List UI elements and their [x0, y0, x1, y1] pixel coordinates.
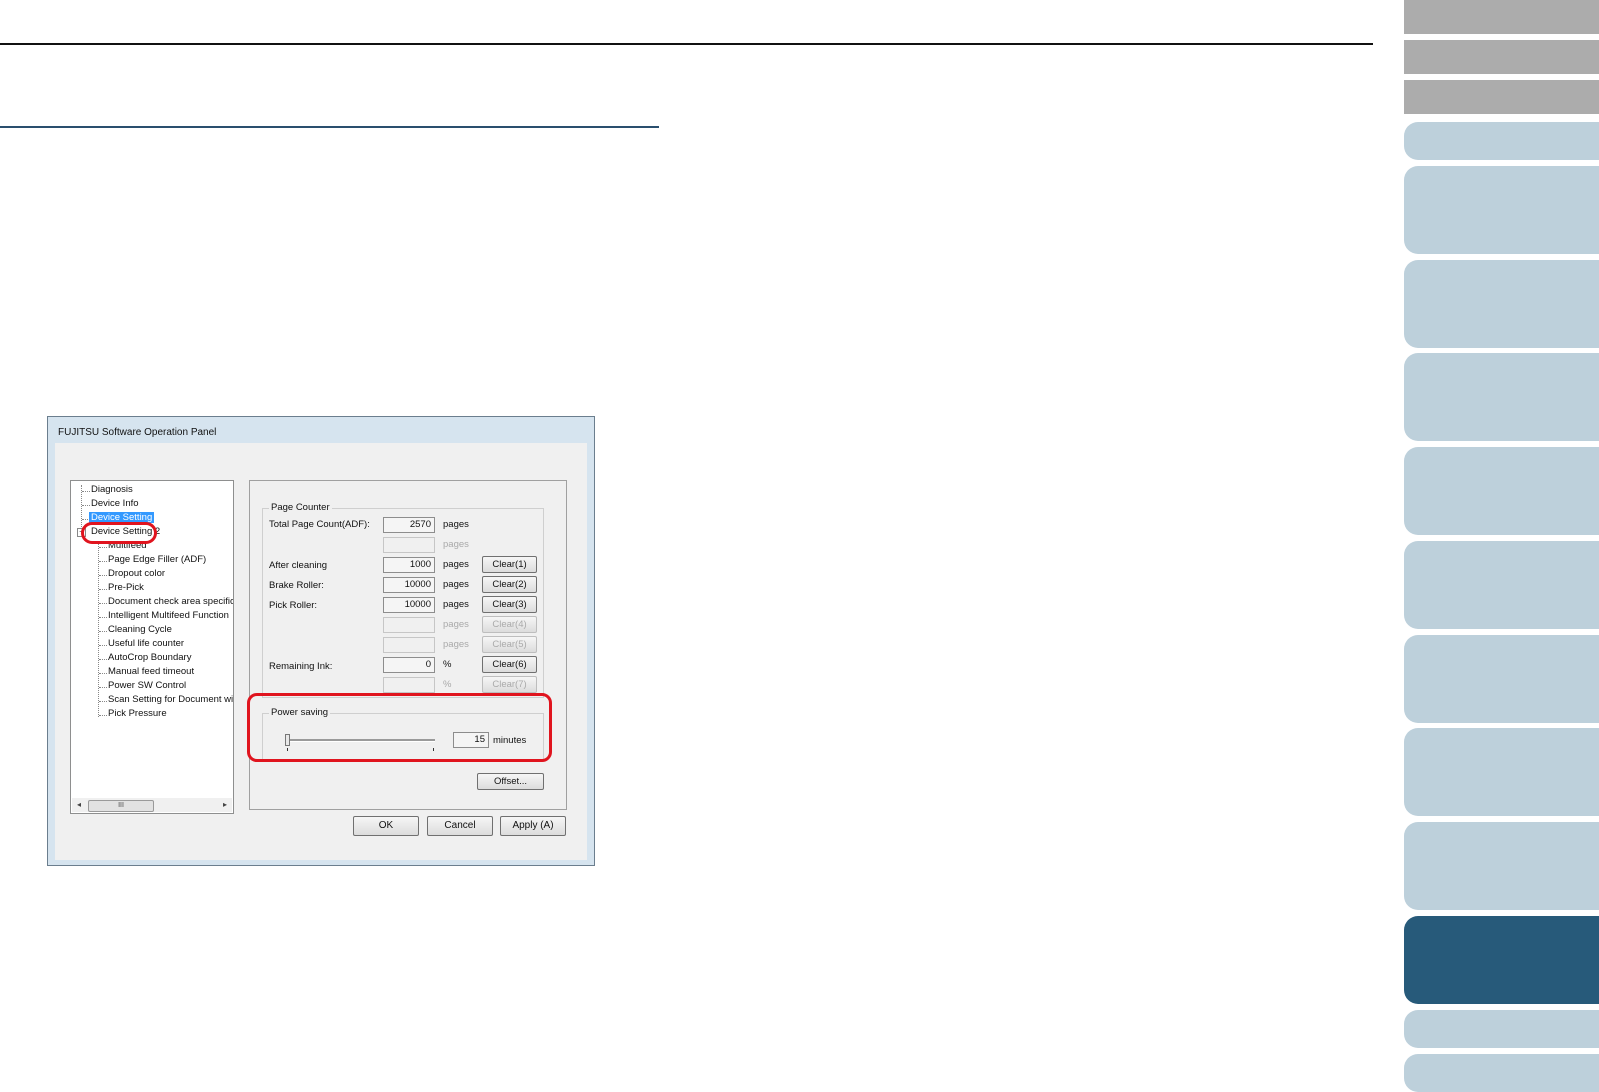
row-label: Pick Roller:: [269, 600, 318, 611]
total-page-count-field: 2570: [383, 517, 435, 533]
unit-label: pages: [443, 519, 469, 530]
header-rule: [0, 43, 1373, 45]
tree-item-intelligent-multifeed[interactable]: Intelligent Multifeed Function: [108, 610, 229, 621]
tree-item-useful-life-counter[interactable]: Useful life counter: [108, 638, 184, 649]
tree-item-pick-pressure[interactable]: Pick Pressure: [108, 708, 167, 719]
unit-label: pages: [443, 579, 469, 590]
clear-7-button: Clear(7): [482, 676, 537, 693]
tree-guide: [81, 485, 82, 533]
nav-tab-3[interactable]: [1404, 80, 1599, 114]
tree-connector: [99, 673, 107, 674]
tree-item-page-edge-filler[interactable]: Page Edge Filler (ADF): [108, 554, 206, 565]
nav-tab-14[interactable]: [1404, 1010, 1599, 1048]
row-label: Brake Roller:: [269, 580, 324, 591]
tree-connector: [99, 547, 107, 548]
brake-roller-field: 10000: [383, 577, 435, 593]
unit-label: pages: [443, 539, 469, 550]
page-counter-group: Page Counter Total Page Count(ADF): 2570…: [262, 502, 544, 698]
nav-tab-1[interactable]: [1404, 0, 1599, 34]
tree-connector: [99, 631, 107, 632]
tree-connector: [99, 575, 107, 576]
pick-roller-field: 10000: [383, 597, 435, 613]
device-setting-highlight: [81, 522, 157, 544]
tree-connector: [82, 505, 90, 506]
nav-tab-15[interactable]: [1404, 1054, 1599, 1092]
tree-connector: [99, 561, 107, 562]
tree-connector: [99, 645, 107, 646]
dialog-title: FUJITSU Software Operation Panel: [58, 427, 217, 438]
ok-button[interactable]: OK: [353, 816, 419, 836]
power-saving-highlight: [247, 693, 552, 762]
nav-tab-10[interactable]: [1404, 635, 1599, 723]
clear-3-button[interactable]: Clear(3): [482, 596, 537, 613]
blank-count-field: [383, 637, 435, 653]
cancel-button[interactable]: Cancel: [427, 816, 493, 836]
unit-label: %: [443, 659, 452, 670]
clear-6-button[interactable]: Clear(6): [482, 656, 537, 673]
tree-item-manual-feed-timeout[interactable]: Manual feed timeout: [108, 666, 194, 677]
tree-guide: [98, 541, 99, 717]
scroll-left-icon[interactable]: ◂: [72, 798, 86, 812]
dialog-body: Diagnosis Device Info Device Setting − D…: [55, 443, 587, 860]
offset-button[interactable]: Offset...: [477, 773, 544, 790]
nav-tab-7[interactable]: [1404, 353, 1599, 441]
row-label: Remaining Ink:: [269, 661, 333, 672]
section-rule: [0, 126, 659, 128]
unit-label: pages: [443, 619, 469, 630]
nav-tab-12[interactable]: [1404, 822, 1599, 910]
clear-5-button: Clear(5): [482, 636, 537, 653]
unit-label: pages: [443, 559, 469, 570]
row-label: Total Page Count(ADF):: [269, 519, 370, 530]
apply-button[interactable]: Apply (A): [500, 816, 566, 836]
clear-1-button[interactable]: Clear(1): [482, 556, 537, 573]
clear-4-button: Clear(4): [482, 616, 537, 633]
remaining-ink-field: 0: [383, 657, 435, 673]
blank-count-field: [383, 537, 435, 553]
nav-tab-6[interactable]: [1404, 260, 1599, 348]
blank-count-field: [383, 617, 435, 633]
tree-connector: [99, 603, 107, 604]
tree-connector: [99, 715, 107, 716]
tree-horizontal-scrollbar[interactable]: ◂ III ▸: [72, 798, 232, 812]
nav-tab-9[interactable]: [1404, 541, 1599, 629]
nav-tab-2[interactable]: [1404, 40, 1599, 74]
nav-tab-5[interactable]: [1404, 166, 1599, 254]
row-label: After cleaning: [269, 560, 328, 571]
unit-label: pages: [443, 599, 469, 610]
page-counter-label: Page Counter: [269, 502, 332, 513]
tree-item-autocrop-boundary[interactable]: AutoCrop Boundary: [108, 652, 191, 663]
tree-connector: [99, 687, 107, 688]
tree-item-diagnosis[interactable]: Diagnosis: [91, 484, 133, 495]
tree-item-power-sw-control[interactable]: Power SW Control: [108, 680, 186, 691]
nav-tab-13-active[interactable]: [1404, 916, 1599, 1004]
tree-item-scan-setting[interactable]: Scan Setting for Document wit: [108, 694, 233, 705]
tree-item-pre-pick[interactable]: Pre-Pick: [108, 582, 144, 593]
tree-connector: [99, 659, 107, 660]
after-cleaning-field: 1000: [383, 557, 435, 573]
unit-label: %: [443, 679, 452, 690]
scroll-thumb[interactable]: III: [88, 800, 154, 812]
nav-tab-4[interactable]: [1404, 122, 1599, 160]
scroll-right-icon[interactable]: ▸: [218, 798, 232, 812]
operation-panel-dialog: FUJITSU Software Operation Panel Diagnos…: [47, 416, 595, 866]
tree-item-cleaning-cycle[interactable]: Cleaning Cycle: [108, 624, 172, 635]
blank-count-field: [383, 677, 435, 693]
nav-tab-11[interactable]: [1404, 728, 1599, 816]
clear-2-button[interactable]: Clear(2): [482, 576, 537, 593]
unit-label: pages: [443, 639, 469, 650]
tree-item-dropout-color[interactable]: Dropout color: [108, 568, 165, 579]
tree-connector: [99, 589, 107, 590]
tree-item-device-info[interactable]: Device Info: [91, 498, 139, 509]
tree-connector: [99, 617, 107, 618]
nav-tab-8[interactable]: [1404, 447, 1599, 535]
tree-item-document-check-area[interactable]: Document check area specific: [108, 596, 233, 607]
tree-connector: [99, 701, 107, 702]
tree-connector: [82, 491, 90, 492]
